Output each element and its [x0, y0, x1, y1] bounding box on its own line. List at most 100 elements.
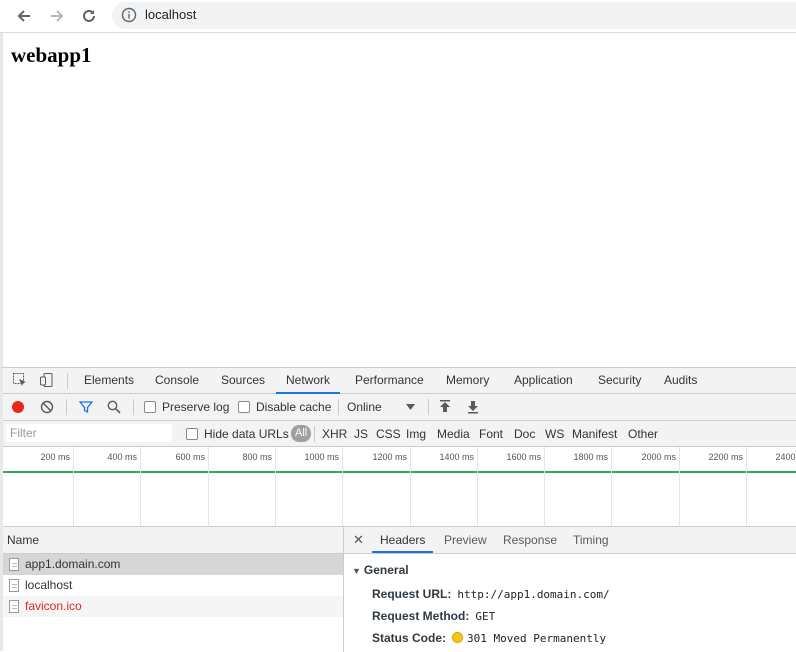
filter-type-all[interactable]: All: [291, 425, 312, 442]
timeline-tick-label: 600 ms: [175, 452, 205, 462]
status-code-label: Status Code:: [372, 631, 447, 645]
filter-type-other[interactable]: Other: [628, 427, 658, 441]
status-dot-icon: [452, 632, 464, 643]
tab-headers[interactable]: Headers: [371, 527, 434, 553]
timeline-tick-label: 1000 ms: [304, 452, 339, 462]
document-icon: [9, 558, 19, 571]
timeline-gridline: [410, 447, 411, 526]
details-tabbar: ✕ Headers Preview Response Timing: [344, 527, 796, 554]
column-header-name[interactable]: Name: [3, 527, 343, 554]
forward-button[interactable]: [45, 4, 69, 28]
disable-cache-label: Disable cache: [256, 400, 332, 414]
filter-type-font[interactable]: Font: [479, 427, 503, 441]
timeline-tick-label: 2000 ms: [641, 452, 676, 462]
timeline-gridline: [477, 447, 478, 526]
timeline-tick-label: 1800 ms: [573, 452, 608, 462]
filter-type-doc[interactable]: Doc: [514, 427, 535, 441]
address-url[interactable]: localhost: [145, 7, 196, 22]
browser-toolbar: localhost: [0, 0, 796, 33]
filter-type-media[interactable]: Media: [437, 427, 470, 441]
reload-button[interactable]: [77, 4, 101, 28]
page-heading: webapp1: [11, 43, 92, 67]
throttling-select[interactable]: Online: [347, 400, 382, 414]
network-filter-bar: Filter Hide data URLs All XHR JS CSS Img…: [3, 421, 796, 447]
document-icon: [9, 600, 19, 613]
request-name: localhost: [25, 578, 73, 592]
timeline-tick-label: 400 ms: [107, 452, 137, 462]
import-har-icon[interactable]: [439, 400, 451, 414]
network-toolbar: Preserve log Disable cache Online: [3, 394, 796, 421]
back-button[interactable]: [12, 4, 36, 28]
general-section-header[interactable]: ▼ General: [352, 563, 409, 577]
devtools-panel: Elements Console Sources Network Perform…: [0, 367, 796, 652]
request-method-label: Request Method:: [372, 609, 470, 623]
toolbar-separator: [66, 399, 67, 415]
arrow-left-icon: [17, 10, 30, 22]
disable-cache-checkbox[interactable]: [238, 401, 250, 413]
request-url-label: Request URL:: [372, 587, 452, 601]
record-icon[interactable]: [11, 400, 25, 414]
tab-security[interactable]: Security: [598, 368, 641, 393]
tab-application[interactable]: Application: [514, 368, 573, 393]
tab-preview[interactable]: Preview: [444, 527, 487, 553]
tab-elements[interactable]: Elements: [84, 368, 134, 393]
timeline-tick-label: 1600 ms: [506, 452, 541, 462]
request-name: app1.domain.com: [25, 557, 121, 571]
status-code-value: 301 Moved Permanently: [467, 632, 607, 645]
tab-performance[interactable]: Performance: [355, 368, 424, 393]
tab-network[interactable]: Network: [275, 368, 341, 394]
timeline-gridline: [342, 447, 343, 526]
filter-type-img[interactable]: Img: [406, 427, 426, 441]
tab-timing[interactable]: Timing: [573, 527, 609, 553]
timeline-tick-label: 2400 ms: [775, 452, 796, 462]
tab-memory[interactable]: Memory: [446, 368, 489, 393]
toolbar-separator: [133, 399, 134, 415]
filter-input[interactable]: Filter: [6, 424, 172, 442]
timeline-tick-label: 800 ms: [242, 452, 272, 462]
device-toolbar-icon[interactable]: [39, 372, 55, 388]
timeline-gridline: [73, 447, 74, 526]
tab-audits[interactable]: Audits: [664, 368, 697, 393]
timeline-gridline: [208, 447, 209, 526]
tab-sources[interactable]: Sources: [221, 368, 265, 393]
filter-icon[interactable]: [79, 400, 93, 414]
close-icon[interactable]: ✕: [353, 532, 364, 548]
info-icon[interactable]: [121, 7, 137, 23]
toolbar-separator: [338, 399, 339, 415]
timeline-gridline: [679, 447, 680, 526]
clear-icon[interactable]: [40, 400, 54, 414]
inspect-element-icon[interactable]: [12, 372, 28, 388]
timeline-gridline: [611, 447, 612, 526]
export-har-icon[interactable]: [467, 400, 479, 414]
preserve-log-checkbox[interactable]: [144, 401, 156, 413]
request-row[interactable]: localhost: [3, 575, 343, 596]
toolbar-separator: [428, 399, 429, 415]
filter-type-manifest[interactable]: Manifest: [572, 427, 617, 441]
tab-response[interactable]: Response: [503, 527, 557, 553]
request-url-row: Request URL: http://app1.domain.com/: [372, 587, 610, 601]
chevron-down-icon[interactable]: [406, 404, 415, 410]
address-bar[interactable]: localhost: [112, 2, 796, 29]
tabbar-separator: [67, 373, 68, 389]
timeline-tick-label: 2200 ms: [708, 452, 743, 462]
request-row[interactable]: app1.domain.com: [3, 554, 343, 575]
request-name: favicon.ico: [25, 599, 82, 613]
filter-type-css[interactable]: CSS: [376, 427, 401, 441]
request-row[interactable]: favicon.ico: [3, 596, 343, 617]
filter-separator: [314, 426, 315, 442]
timeline-gridline: [544, 447, 545, 526]
triangle-down-icon: ▼: [352, 566, 361, 576]
tab-console[interactable]: Console: [155, 368, 199, 393]
reload-icon: [83, 9, 95, 22]
filter-type-js[interactable]: JS: [354, 427, 368, 441]
devtools-tabbar: Elements Console Sources Network Perform…: [3, 368, 796, 394]
filter-type-xhr[interactable]: XHR: [322, 427, 347, 441]
hide-data-urls-label: Hide data URLs: [204, 427, 289, 441]
status-code-row: Status Code: 301 Moved Permanently: [372, 631, 606, 645]
filter-type-ws[interactable]: WS: [545, 427, 564, 441]
timeline-gridline: [275, 447, 276, 526]
search-icon[interactable]: [107, 400, 121, 414]
request-details: ✕ Headers Preview Response Timing ▼ Gener…: [344, 527, 796, 652]
hide-data-urls-checkbox[interactable]: [186, 428, 198, 440]
network-overview-timeline[interactable]: 200 ms 400 ms 600 ms 800 ms 1000 ms 1200 ms 14…: [3, 447, 796, 527]
